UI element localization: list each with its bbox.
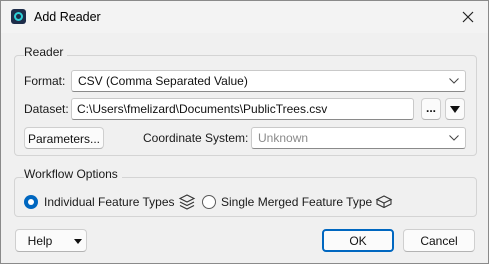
triangle-down-icon <box>74 239 82 244</box>
coordinate-system-label: Coordinate System: <box>143 131 249 145</box>
dataset-value: C:\Users\fmelizard\Documents\PublicTrees… <box>77 102 328 116</box>
title-bar: Add Reader <box>1 1 488 33</box>
close-button[interactable] <box>448 1 488 33</box>
reader-group-label: Reader <box>24 45 68 59</box>
help-button[interactable]: Help <box>15 229 87 252</box>
dataset-input[interactable]: C:\Users\fmelizard\Documents\PublicTrees… <box>71 98 414 120</box>
format-label: Format: <box>24 74 66 88</box>
workflow-options-label: Workflow Options <box>24 167 122 181</box>
close-icon <box>462 11 474 23</box>
dataset-label: Dataset: <box>24 102 69 116</box>
parameters-button[interactable]: Parameters... <box>24 127 104 149</box>
radio-individual-feature-types[interactable] <box>24 195 38 209</box>
format-dropdown[interactable]: CSV (Comma Separated Value) <box>71 70 466 92</box>
merged-layers-icon <box>375 195 393 209</box>
triangle-down-icon <box>450 106 460 113</box>
radio-single-merged-feature-type[interactable] <box>202 195 216 209</box>
coordinate-system-value: Unknown <box>258 131 309 145</box>
dialog-title: Add Reader <box>34 10 101 24</box>
ok-button[interactable]: OK <box>322 229 394 252</box>
cancel-button[interactable]: Cancel <box>403 229 475 252</box>
dataset-menu-button[interactable] <box>445 98 465 120</box>
coordinate-system-dropdown[interactable]: Unknown <box>251 127 466 149</box>
chevron-down-icon <box>449 135 459 141</box>
add-reader-dialog: Add Reader Reader Format: CSV (Comma Sep… <box>0 0 489 264</box>
format-value: CSV (Comma Separated Value) <box>78 74 248 88</box>
individual-feature-types-label[interactable]: Individual Feature Types <box>44 195 175 209</box>
single-merged-feature-type-label[interactable]: Single Merged Feature Type <box>221 195 372 209</box>
layers-icon <box>178 194 196 210</box>
browse-button[interactable]: ... <box>421 98 441 120</box>
chevron-down-icon <box>449 78 459 84</box>
fme-app-icon <box>11 9 26 24</box>
